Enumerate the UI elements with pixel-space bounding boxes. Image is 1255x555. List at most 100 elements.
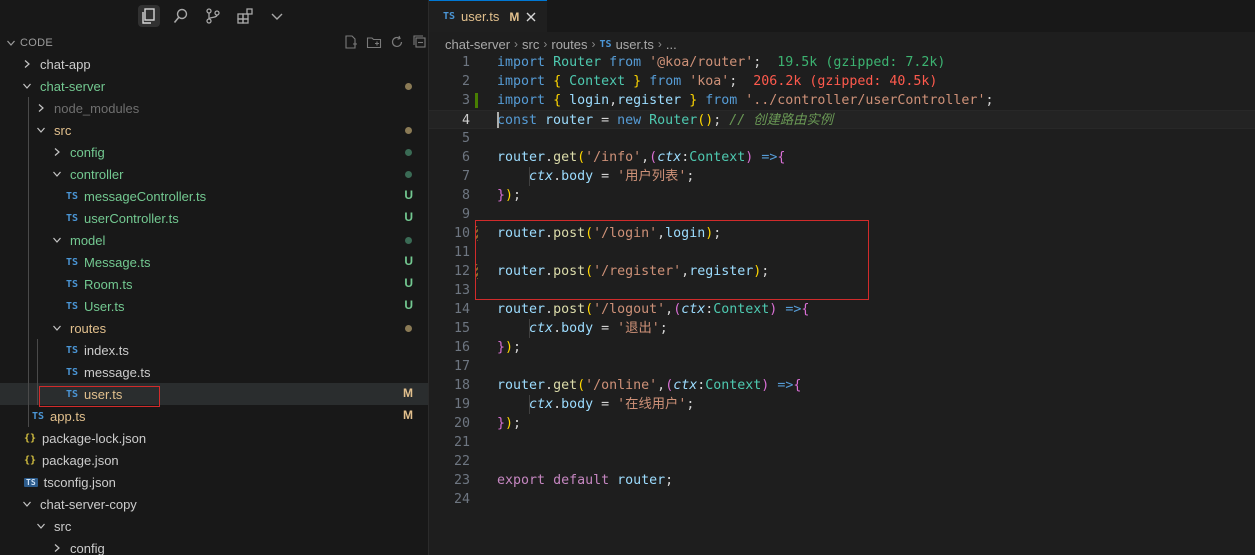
tree-file[interactable]: {} package.json: [0, 449, 428, 471]
tree-file[interactable]: TS Room.ts U: [0, 273, 428, 295]
code-line[interactable]: 24: [429, 490, 1255, 509]
tab-user-ts[interactable]: TS user.ts M: [429, 0, 547, 32]
code-token: (: [673, 302, 682, 317]
code-line[interactable]: 7 ctx.body = '用户列表';: [429, 167, 1255, 186]
code-token: '/login': [593, 226, 658, 241]
tree-item-label: User.ts: [84, 298, 125, 314]
tree-folder[interactable]: controller: [0, 163, 428, 185]
tree-folder[interactable]: chat-server: [0, 75, 428, 97]
code-text: export default router;: [497, 471, 673, 490]
refresh-icon[interactable]: [389, 34, 405, 50]
tree-folder[interactable]: node_modules: [0, 97, 428, 119]
code-token: 206.2k (gzipped: 40.5k): [753, 74, 938, 89]
extensions-view-button[interactable]: [234, 5, 256, 27]
tree-file[interactable]: TS tsconfig.json: [0, 471, 428, 493]
code-line[interactable]: 23 export default router;: [429, 471, 1255, 490]
twistie: [34, 101, 48, 115]
tree-item-label: package.json: [42, 452, 119, 468]
typescript-file-icon: TS: [599, 38, 612, 50]
code-editor[interactable]: 1 import Router from '@koa/router'; 19.5k…: [429, 53, 1255, 509]
code-token: =: [593, 113, 618, 128]
breadcrumb-item[interactable]: user.ts: [616, 37, 654, 52]
code-token: Context: [689, 150, 746, 165]
code-line[interactable]: 2 import { Context } from 'koa'; 206.2k (…: [429, 72, 1255, 91]
typescript-file-icon: TS: [66, 212, 79, 224]
code-line[interactable]: 12 router.post('/register',register);: [429, 262, 1255, 281]
tree-file[interactable]: TS userController.ts U: [0, 207, 428, 229]
more-views-button[interactable]: [266, 5, 288, 27]
breadcrumb-item[interactable]: src: [522, 37, 539, 52]
code-line[interactable]: 10 router.post('/login',login);: [429, 224, 1255, 243]
code-token: const: [497, 113, 538, 128]
code-token: ;: [513, 340, 522, 355]
tree-folder[interactable]: model: [0, 229, 428, 251]
tree-file[interactable]: TS message.ts: [0, 361, 428, 383]
code-line[interactable]: 19 ctx.body = '在线用户';: [429, 395, 1255, 414]
tree-folder[interactable]: src: [0, 515, 428, 537]
code-token: // 创建路由实例: [729, 113, 834, 128]
new-folder-icon[interactable]: [366, 34, 382, 50]
code-line[interactable]: 22: [429, 452, 1255, 471]
tree-folder[interactable]: routes: [0, 317, 428, 339]
tree-file[interactable]: TS messageController.ts U: [0, 185, 428, 207]
twistie: [50, 167, 64, 181]
code-token: ;: [753, 55, 778, 70]
close-icon[interactable]: [525, 11, 537, 23]
tree-item-label: index.ts: [84, 342, 129, 358]
line-number: 3: [461, 93, 470, 108]
breadcrumb-separator: ›: [514, 37, 519, 51]
tree-file[interactable]: TS Message.ts U: [0, 251, 428, 273]
tree-folder[interactable]: config: [0, 141, 428, 163]
code-line[interactable]: 20});: [429, 414, 1255, 433]
tree-file[interactable]: {} package-lock.json: [0, 427, 428, 449]
explorer-section-header[interactable]: CODE: [0, 32, 428, 54]
code-line[interactable]: 17: [429, 357, 1255, 376]
code-token: ;: [713, 226, 722, 241]
code-line[interactable]: 9: [429, 205, 1255, 224]
code-token: post: [553, 226, 586, 241]
code-line[interactable]: 4 const router = new Router(); // 创建路由实例: [429, 110, 1255, 129]
code-line[interactable]: 18 router.get('/online',(ctx:Context) =>{: [429, 376, 1255, 395]
tree-file[interactable]: TS index.ts: [0, 339, 428, 361]
breadcrumb-item[interactable]: chat-server: [445, 37, 510, 52]
code-line[interactable]: 13: [429, 281, 1255, 300]
code-token: (): [697, 113, 714, 128]
code-token: get: [553, 150, 578, 165]
code-line[interactable]: 16});: [429, 338, 1255, 357]
tree-folder[interactable]: config: [0, 537, 428, 555]
code-token: (: [649, 150, 658, 165]
code-text: ctx.body = '在线用户';: [497, 395, 694, 414]
code-line[interactable]: 6 router.get('/info',(ctx:Context) =>{: [429, 148, 1255, 167]
code-token: ;: [713, 113, 730, 128]
code-line[interactable]: 15 ctx.body = '退出';: [429, 319, 1255, 338]
breadcrumb-separator: ›: [543, 37, 548, 51]
code-token: (: [585, 264, 594, 279]
new-file-icon[interactable]: [343, 34, 359, 50]
search-view-button[interactable]: [170, 5, 192, 27]
tree-file[interactable]: TS User.ts U: [0, 295, 428, 317]
breadcrumb-item[interactable]: routes: [551, 37, 587, 52]
code-line[interactable]: 8});: [429, 186, 1255, 205]
code-token: Router: [649, 113, 698, 128]
tree-folder[interactable]: src: [0, 119, 428, 141]
collapse-all-icon[interactable]: [412, 34, 428, 50]
tree-file[interactable]: TS user.ts M: [0, 383, 428, 405]
source-control-view-button[interactable]: [202, 5, 224, 27]
code-line[interactable]: 11: [429, 243, 1255, 262]
code-line[interactable]: 5: [429, 129, 1255, 148]
code-token: .: [553, 321, 562, 336]
tree-file[interactable]: TS app.ts M: [0, 405, 428, 427]
breadcrumb-item[interactable]: ...: [666, 37, 677, 52]
code-line[interactable]: 21: [429, 433, 1255, 452]
git-status-badge: M: [403, 386, 413, 400]
explorer-view-button[interactable]: [138, 5, 160, 27]
tree-folder[interactable]: chat-app: [0, 53, 428, 75]
code-line[interactable]: 1 import Router from '@koa/router'; 19.5k…: [429, 53, 1255, 72]
twistie: [50, 541, 64, 555]
code-line[interactable]: 14 router.post('/logout',(ctx:Context) =>…: [429, 300, 1255, 319]
code-line[interactable]: 3 import { login,register } from '../cont…: [429, 91, 1255, 110]
tree-folder[interactable]: chat-server-copy: [0, 493, 428, 515]
